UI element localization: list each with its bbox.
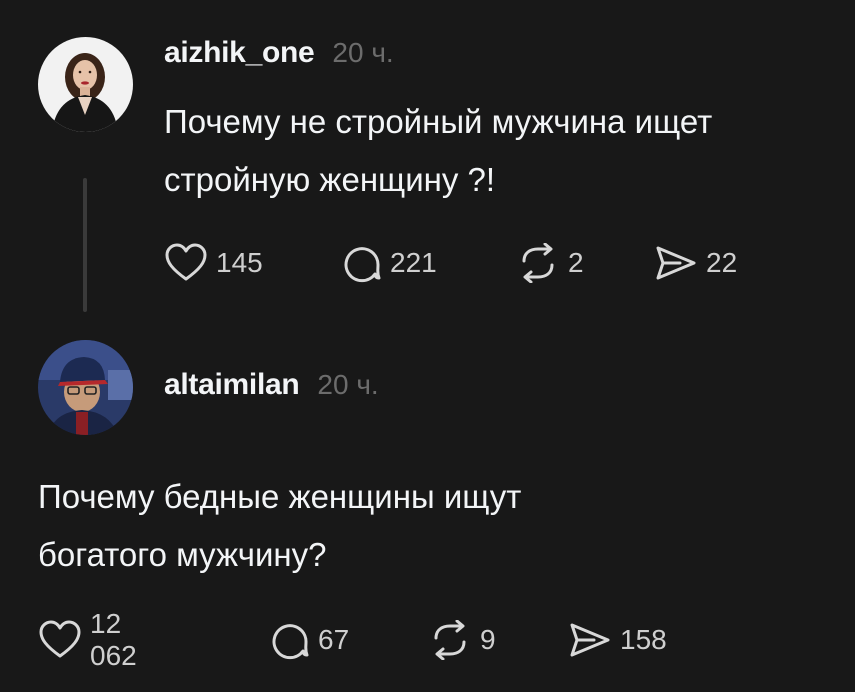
share-count: 22 [706, 247, 738, 278]
reply-count: 221 [390, 247, 437, 278]
post-body: Почему не стройный мужчина ищет стройную… [164, 93, 712, 209]
send-paper-plane-icon [568, 620, 612, 660]
username[interactable]: aizhik_one [164, 36, 315, 70]
heart-icon [164, 243, 208, 283]
reply-count: 67 [318, 624, 350, 655]
reply-button[interactable]: 221 [342, 238, 437, 288]
avatar-aizhik-one[interactable] [38, 37, 133, 132]
repost-arrows-icon [428, 620, 472, 660]
share-button[interactable]: 22 [654, 238, 737, 288]
username[interactable]: altaimilan [164, 368, 300, 402]
thread-connector-line [83, 178, 87, 312]
post-header: aizhik_one 20 ч. [164, 36, 394, 70]
repost-button[interactable]: 9 [428, 615, 496, 665]
post-text-line: стройную женщину ?! [164, 161, 496, 198]
avatar-altaimilan[interactable] [38, 340, 133, 435]
comment-bubble-icon [270, 620, 310, 660]
share-button[interactable]: 158 [568, 615, 667, 665]
like-count: 145 [216, 247, 263, 278]
post-time: 20 ч. [317, 369, 379, 400]
post-header: altaimilan 20 ч. [164, 368, 379, 402]
reply-button[interactable]: 67 [270, 615, 349, 665]
like-button[interactable]: 12 062 [38, 608, 137, 671]
post-body: Почему бедные женщины ищут богатого мужч… [38, 468, 521, 584]
heart-icon [38, 620, 82, 660]
comment-bubble-icon [342, 243, 382, 283]
post-text-line: богатого мужчину? [38, 536, 327, 573]
repost-count: 2 [568, 247, 584, 278]
like-button[interactable]: 145 [164, 238, 263, 288]
post-text-line: Почему бедные женщины ищут [38, 478, 522, 515]
like-count: 12 062 [90, 608, 137, 671]
repost-count: 9 [480, 624, 496, 655]
repost-arrows-icon [516, 243, 560, 283]
share-count: 158 [620, 624, 667, 655]
post-text-line: Почему не стройный мужчина ищет [164, 103, 713, 140]
post-time: 20 ч. [332, 37, 394, 68]
send-paper-plane-icon [654, 243, 698, 283]
repost-button[interactable]: 2 [516, 238, 584, 288]
